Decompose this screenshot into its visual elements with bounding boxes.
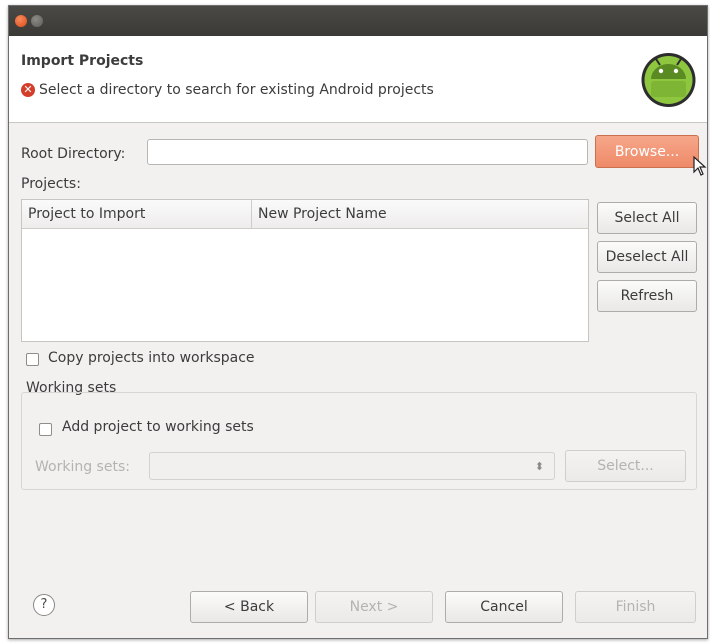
combo-arrows-icon: ⬍ <box>534 460 544 473</box>
copy-projects-checkbox[interactable] <box>26 353 39 366</box>
next-button[interactable]: Next > <box>315 591 433 623</box>
select-all-button[interactable]: Select All <box>597 202 697 234</box>
android-logo-icon <box>641 53 696 107</box>
browse-button[interactable]: Browse... <box>595 135 699 168</box>
finish-button[interactable]: Finish <box>575 591 696 623</box>
minimize-window-button[interactable] <box>31 15 43 27</box>
working-sets-combo[interactable]: ⬍ <box>149 452 555 480</box>
title-bar <box>9 6 707 36</box>
projects-label: Projects: <box>21 176 81 192</box>
working-sets-group: Add project to working sets Working sets… <box>21 392 697 490</box>
mouse-pointer-icon <box>693 156 707 176</box>
column-header-new-project-name[interactable]: New Project Name <box>251 200 588 228</box>
copy-projects-label[interactable]: Copy projects into workspace <box>48 350 255 366</box>
cancel-button[interactable]: Cancel <box>445 591 563 623</box>
error-message: ✕ Select a directory to search for exist… <box>21 82 434 98</box>
error-icon: ✕ <box>21 83 35 97</box>
import-projects-dialog: Import Projects ✕ Select a directory to … <box>8 5 708 639</box>
projects-table-header: Project to Import New Project Name <box>22 200 588 229</box>
root-directory-label: Root Directory: <box>21 146 126 162</box>
add-to-working-sets-label[interactable]: Add project to working sets <box>62 419 254 435</box>
working-sets-field-label: Working sets: <box>35 459 130 475</box>
page-title: Import Projects <box>21 53 144 69</box>
error-message-text: Select a directory to search for existin… <box>39 82 434 98</box>
working-sets-select-button[interactable]: Select... <box>565 450 686 482</box>
projects-table[interactable]: Project to Import New Project Name <box>21 199 589 342</box>
deselect-all-button[interactable]: Deselect All <box>597 241 697 273</box>
help-icon[interactable]: ? <box>33 594 55 616</box>
root-directory-input[interactable] <box>147 139 588 165</box>
close-window-button[interactable] <box>15 15 27 27</box>
wizard-header: Import Projects ✕ Select a directory to … <box>9 36 707 123</box>
add-to-working-sets-checkbox[interactable] <box>39 423 52 436</box>
column-header-project-to-import[interactable]: Project to Import <box>22 200 251 228</box>
refresh-button[interactable]: Refresh <box>597 280 697 312</box>
back-button[interactable]: < Back <box>190 591 308 623</box>
